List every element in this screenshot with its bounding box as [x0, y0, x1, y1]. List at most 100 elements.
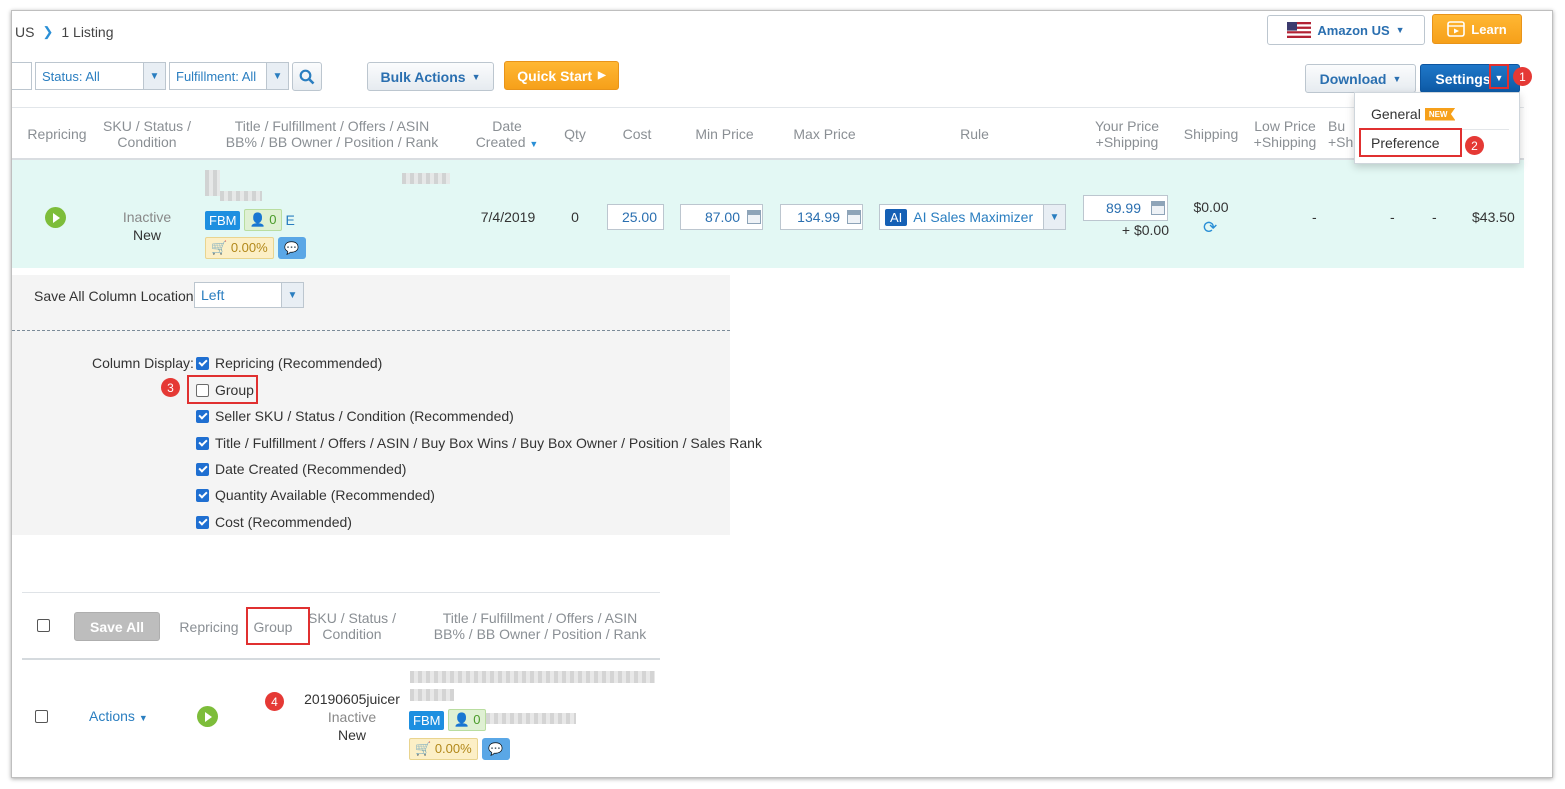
option-cost[interactable]: Cost (Recommended)	[196, 514, 352, 530]
option-label: Title / Fulfillment / Offers / ASIN / Bu…	[215, 435, 762, 451]
checkbox-checked[interactable]	[196, 462, 209, 476]
preview-bb-tags: 🛒 0.00% 💬	[409, 738, 510, 760]
step-badge-3: 3	[161, 378, 180, 397]
preview-sku: 20190605juicer	[304, 691, 400, 707]
offers-count: 0	[269, 212, 277, 227]
row-condition: New	[132, 227, 161, 243]
marketplace-selector[interactable]: Amazon US ▼	[1267, 15, 1425, 45]
product-image-blurred	[205, 170, 220, 196]
learn-button[interactable]: Learn	[1432, 14, 1522, 44]
select-all-checkbox[interactable]	[37, 619, 50, 632]
col-max-price[interactable]: Max Price	[782, 126, 867, 142]
col-cost[interactable]: Cost	[607, 126, 667, 142]
download-button[interactable]: Download ▼	[1305, 64, 1416, 93]
offers-suffix[interactable]: E	[286, 212, 295, 228]
highlight-settings-toggle	[1489, 64, 1509, 89]
chevron-down-icon: ▼	[266, 63, 288, 89]
col-low-price-line2: +Shipping	[1253, 134, 1317, 150]
option-repricing[interactable]: Repricing (Recommended)	[196, 355, 382, 371]
row-qty: 0	[571, 209, 579, 225]
actions-dropdown[interactable]: Actions ▼	[89, 708, 148, 724]
rule-selector[interactable]: AI AI Sales Maximizer ▼	[879, 204, 1066, 230]
cost-input[interactable]: 25.00	[607, 204, 664, 230]
col-rule[interactable]: Rule	[932, 126, 1017, 142]
preview-col-repricing[interactable]: Repricing	[174, 619, 244, 635]
video-icon	[1447, 21, 1466, 37]
play-icon[interactable]	[197, 706, 218, 727]
bulk-actions-label: Bulk Actions	[380, 68, 466, 85]
col-repricing[interactable]: Repricing	[17, 126, 97, 142]
max-price-value: 134.99	[797, 209, 840, 225]
calculator-icon[interactable]	[747, 210, 761, 224]
col-min-price[interactable]: Min Price	[682, 126, 767, 142]
checkbox-checked[interactable]	[196, 515, 209, 529]
marketplace-label: Amazon US	[1317, 22, 1390, 38]
option-date-created[interactable]: Date Created (Recommended)	[196, 461, 406, 477]
user-icon: 👤	[453, 712, 470, 727]
offers-badge[interactable]: 👤 0	[448, 709, 486, 731]
save-all-button[interactable]: Save All	[74, 612, 160, 641]
refresh-icon[interactable]: ⟳	[1203, 218, 1217, 238]
chat-icon[interactable]: 💬	[481, 738, 510, 760]
preview-col-title-line2: BB% / BB Owner / Position / Rank	[433, 626, 647, 642]
menu-item-general-label: General	[1371, 106, 1421, 122]
calculator-icon[interactable]	[1151, 201, 1165, 215]
col-sku-line1: SKU / Status /	[103, 118, 191, 134]
title-text-blurred	[220, 191, 262, 201]
header-divider-top	[12, 107, 1524, 108]
column-location-select[interactable]: Left ▼	[194, 282, 304, 308]
row-last-col: $43.50	[1472, 209, 1515, 225]
highlight-group-option	[187, 375, 258, 404]
quick-start-button[interactable]: Quick Start ▶	[504, 61, 619, 90]
chevron-down-icon: ▼	[281, 283, 303, 307]
listing-count: 1 Listing	[61, 24, 114, 40]
highlight-group-column	[246, 607, 310, 645]
col-date-created[interactable]: Date Created ▼	[467, 118, 547, 152]
chevron-down-icon: ▼	[1043, 205, 1065, 229]
row-checkbox[interactable]	[35, 710, 48, 723]
col-your-price[interactable]: Your Price +Shipping	[1082, 118, 1172, 150]
offers-badge[interactable]: 👤 0	[244, 209, 282, 231]
fbm-badge: FBM	[409, 710, 445, 730]
col-title[interactable]: Title / Fulfillment / Offers / ASIN BB% …	[202, 118, 462, 150]
preview-col-sku[interactable]: SKU / Status / Condition	[302, 610, 402, 642]
search-input-edge[interactable]	[12, 62, 32, 90]
checkbox-checked[interactable]	[196, 436, 209, 450]
sort-desc-icon[interactable]: ▼	[529, 139, 538, 149]
preview-fulfillment-tags: FBM 👤 0	[409, 709, 486, 731]
search-button[interactable]	[292, 62, 322, 91]
chevron-down-icon: ▼	[1392, 73, 1402, 84]
offers-count: 0	[473, 712, 481, 727]
col-date-line1: Date	[492, 118, 522, 134]
col-date-line2: Created	[475, 134, 526, 150]
checkbox-checked[interactable]	[196, 356, 209, 370]
checkbox-checked[interactable]	[196, 488, 209, 502]
col-qty[interactable]: Qty	[555, 126, 595, 142]
option-seller-sku[interactable]: Seller SKU / Status / Condition (Recomme…	[196, 408, 514, 424]
calculator-icon[interactable]	[847, 210, 861, 224]
fulfillment-filter[interactable]: Fulfillment: All ▼	[169, 62, 289, 90]
bulk-actions-button[interactable]: Bulk Actions ▼	[367, 62, 494, 91]
checkbox-checked[interactable]	[196, 409, 209, 423]
min-price-value: 87.00	[704, 209, 740, 225]
fulfillment-filter-label: Fulfillment: All	[176, 68, 257, 84]
col-title-line1: Title / Fulfillment / Offers / ASIN	[234, 118, 430, 134]
menu-item-general[interactable]: General NEW	[1371, 106, 1456, 122]
preview-col-title[interactable]: Title / Fulfillment / Offers / ASIN BB% …	[410, 610, 670, 642]
breadcrumb-country[interactable]: US	[15, 24, 34, 40]
step-badge-4: 4	[265, 692, 284, 711]
col-low-price[interactable]: Low Price +Shipping	[1250, 118, 1320, 150]
step-badge-1: 1	[1513, 67, 1532, 86]
chat-icon[interactable]: 💬	[277, 237, 306, 259]
buybox-percent-badge: 🛒 0.00%	[205, 237, 274, 259]
save-all-label: Save All	[90, 618, 144, 635]
highlight-preference	[1359, 128, 1462, 157]
col-shipping[interactable]: Shipping	[1175, 126, 1247, 142]
play-icon[interactable]	[45, 207, 66, 228]
col-sku[interactable]: SKU / Status / Condition	[97, 118, 197, 150]
option-title[interactable]: Title / Fulfillment / Offers / ASIN / Bu…	[196, 435, 762, 451]
row-buybox-price: -	[1390, 209, 1395, 225]
row-fulfillment-tags: FBM 👤 0 E	[205, 209, 295, 231]
option-quantity[interactable]: Quantity Available (Recommended)	[196, 487, 435, 503]
status-filter[interactable]: Status: All ▼	[35, 62, 166, 90]
